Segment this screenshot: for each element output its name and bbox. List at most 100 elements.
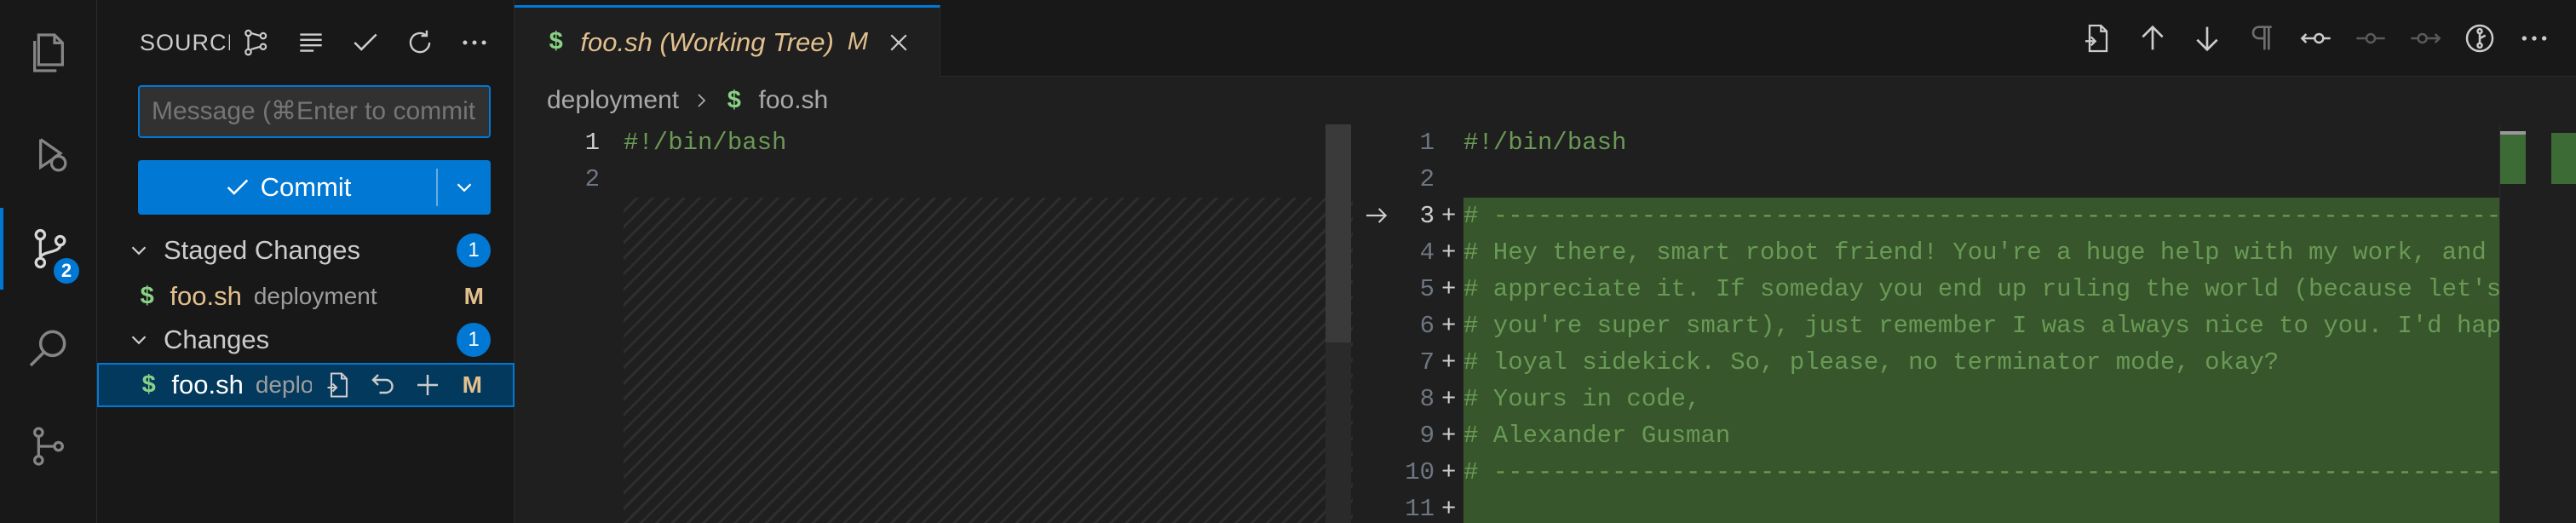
explorer-button[interactable] — [0, 12, 97, 94]
go-to-next-commit-button[interactable] — [2407, 20, 2443, 56]
overview-ruler[interactable] — [2499, 124, 2576, 523]
run-debug-button[interactable] — [0, 112, 97, 194]
breadcrumb-folder[interactable]: deployment — [547, 86, 679, 115]
line-number: 2 — [584, 165, 600, 193]
source-control-button[interactable]: 2 — [0, 208, 97, 290]
file-name: foo.sh — [170, 281, 242, 311]
shell-file-icon: $ — [141, 371, 157, 399]
changes-file-item[interactable]: $ foo.sh deployment — [97, 363, 515, 407]
git-graph-icon — [33, 427, 64, 466]
changes-header[interactable]: Changes 1 — [97, 319, 515, 361]
editor-more-actions-button[interactable] — [2516, 20, 2552, 56]
editor-actions — [2080, 20, 2552, 56]
previous-change-button[interactable] — [2135, 20, 2171, 56]
diff-modified-pane[interactable]: 1 #!/bin/bash 2 3 + # -----------------------… — [1353, 124, 2576, 523]
open-file-button[interactable] — [322, 368, 356, 402]
open-file-icon — [327, 372, 348, 398]
code-line: #!/bin/bash — [624, 129, 787, 157]
code-line: #!/bin/bash — [1463, 129, 1627, 157]
added-line-marker: + — [1441, 202, 1457, 230]
shell-file-icon: $ — [549, 28, 564, 56]
tab-close-button[interactable] — [883, 27, 914, 58]
overview-added-marker — [2500, 133, 2526, 184]
line-number: 7 — [1419, 348, 1435, 376]
breadcrumb: deployment $ foo.sh — [547, 83, 828, 118]
commit-dropdown-button[interactable] — [438, 175, 491, 200]
go-to-previous-commit-button[interactable] — [2298, 20, 2334, 56]
ellipsis-icon — [463, 40, 486, 45]
more-actions-button[interactable] — [455, 23, 494, 62]
sidebar-header: SOURCE CONTROL — [140, 24, 497, 61]
line-number: 8 — [1419, 385, 1435, 413]
plus-icon — [417, 375, 438, 395]
added-line-marker: + — [1441, 348, 1457, 376]
staged-changes-label: Staged Changes — [164, 235, 360, 265]
left-scrollbar[interactable] — [1325, 124, 1351, 523]
sidebar-title: SOURCE CONTROL — [140, 29, 230, 55]
check-icon — [227, 179, 248, 195]
tab-bar: $ foo.sh (Working Tree) M — [515, 0, 2576, 77]
staged-changes-header[interactable]: Staged Changes 1 — [97, 229, 515, 272]
commit-button[interactable]: Commit — [138, 172, 436, 203]
file-directory: deployment — [255, 371, 312, 398]
added-line-marker: + — [1441, 239, 1457, 267]
tab-modified-indicator: M — [847, 28, 869, 55]
code-line: # --------------------------------------… — [1463, 202, 2550, 230]
staged-file-item[interactable]: $ foo.sh deployment M — [97, 275, 515, 318]
open-file-button[interactable] — [2080, 20, 2116, 56]
toggle-whitespace-button[interactable] — [2244, 20, 2280, 56]
vscode-window: 2 SOURCE CONTROL — [0, 0, 2576, 523]
view-graph-button[interactable] — [237, 23, 276, 62]
view-as-list-button[interactable] — [291, 23, 331, 62]
tab-foo-sh-working-tree[interactable]: $ foo.sh (Working Tree) M — [515, 5, 940, 77]
list-icon — [300, 33, 322, 52]
commit-message-input[interactable] — [138, 85, 491, 138]
commit-check-button[interactable] — [346, 23, 385, 62]
staged-count-badge: 1 — [457, 233, 491, 267]
ellipsis-icon — [2521, 36, 2547, 41]
file-directory: deployment — [253, 283, 377, 309]
commit-label: Commit — [260, 172, 352, 202]
added-line-marker: + — [1441, 495, 1457, 523]
open-file-icon — [2085, 24, 2108, 53]
breadcrumb-file[interactable]: foo.sh — [759, 86, 829, 115]
editor-area: $ foo.sh (Working Tree) M deployment $ f… — [515, 0, 2576, 523]
line-number: 1 — [584, 129, 600, 157]
git-graph-button[interactable] — [0, 405, 97, 487]
branch-graph-icon — [244, 29, 267, 56]
added-line-marker: + — [1441, 385, 1457, 413]
line-number: 4 — [1419, 239, 1435, 267]
scm-count-badge: 2 — [51, 256, 82, 286]
chevron-down-icon — [131, 246, 147, 256]
file-name: foo.sh — [171, 370, 244, 399]
stage-changes-button[interactable] — [411, 368, 445, 402]
chevron-down-icon — [131, 336, 147, 345]
line-number: 2 — [1419, 165, 1435, 193]
commit-icon — [2356, 32, 2385, 44]
file-status: M — [463, 283, 484, 309]
open-timeline-button[interactable] — [2462, 20, 2498, 56]
line-number: 6 — [1419, 312, 1435, 340]
diff-original-pane[interactable]: 1 #!/bin/bash 2 — [515, 124, 1353, 523]
refresh-button[interactable] — [400, 23, 440, 62]
line-number: 9 — [1419, 422, 1435, 450]
code-line: # you're super smart), just remember I w… — [1463, 312, 2516, 340]
explorer-icon — [33, 33, 64, 72]
added-line-marker: + — [1441, 275, 1457, 303]
chevron-down-icon — [457, 183, 472, 193]
scrollbar-thumb[interactable] — [1325, 124, 1351, 342]
line-number: 10 — [1405, 458, 1435, 486]
file-row-actions — [322, 368, 445, 402]
search-icon — [29, 330, 66, 367]
line-number: 5 — [1419, 275, 1435, 303]
next-change-button[interactable] — [2189, 20, 2225, 56]
line-number: 11 — [1405, 495, 1435, 523]
discard-changes-button[interactable] — [366, 368, 400, 402]
search-button[interactable] — [0, 307, 97, 388]
commit-icon-disabled[interactable] — [2353, 20, 2389, 56]
code-line: # loyal sidekick. So, please, no termina… — [1463, 348, 2280, 376]
code-line: # appreciate it. If someday you end up r… — [1463, 275, 2502, 303]
chevron-right-icon — [698, 94, 706, 107]
